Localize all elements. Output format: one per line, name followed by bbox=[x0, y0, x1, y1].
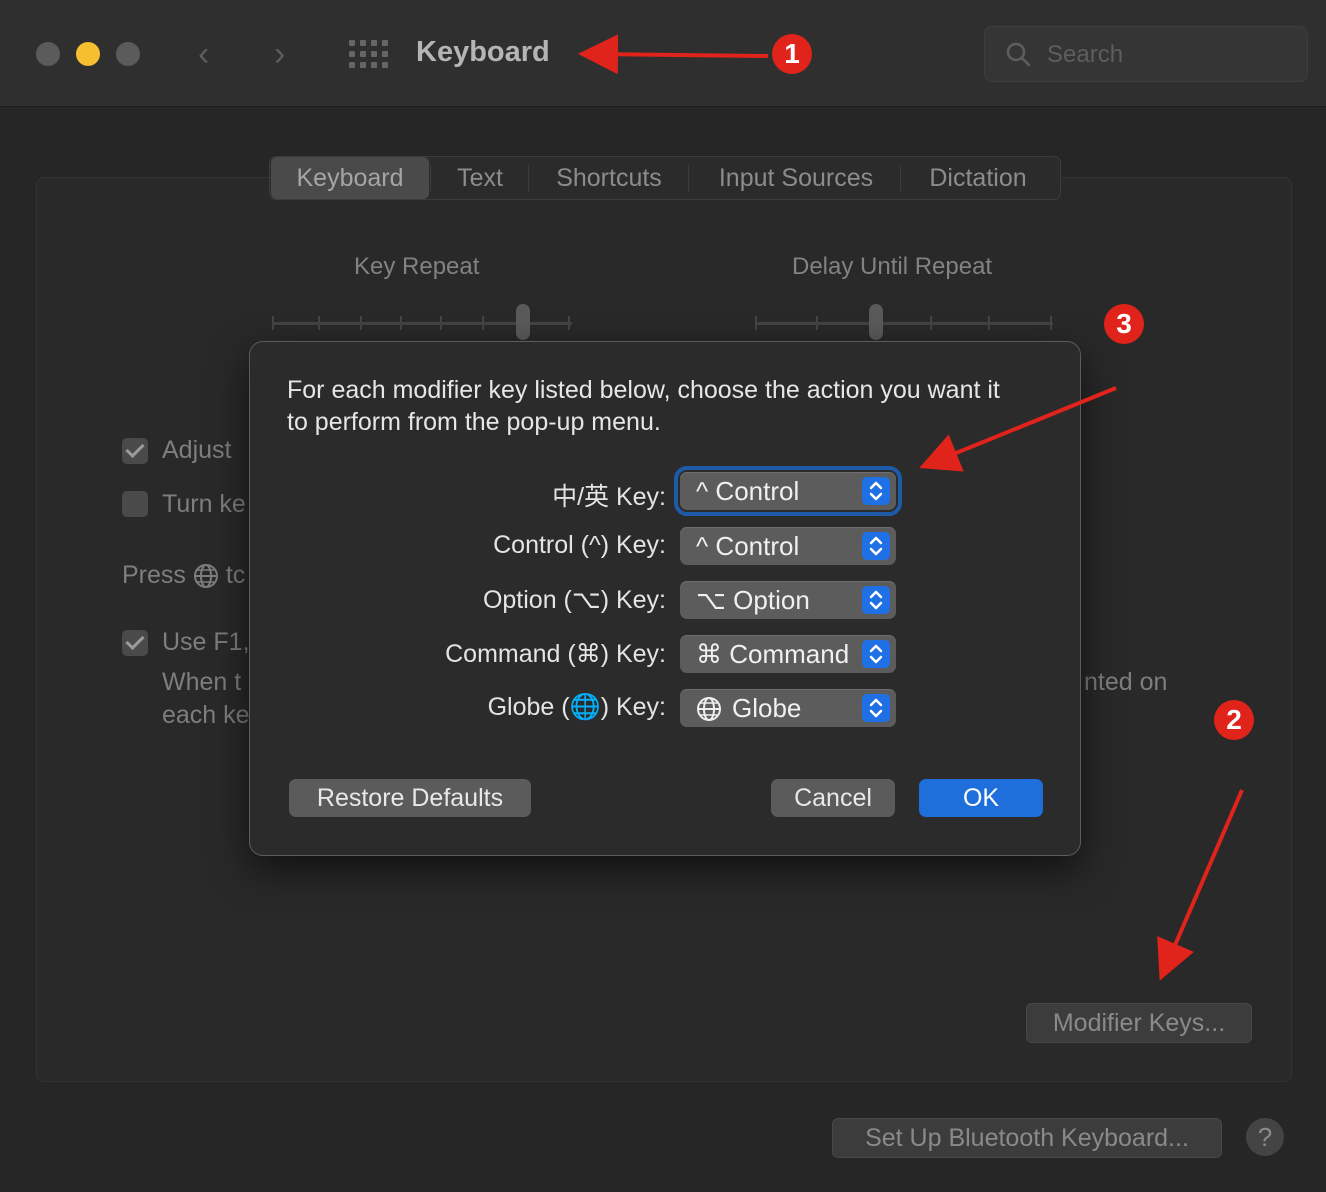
annotation-badge-1: 1 bbox=[772, 34, 812, 74]
annotation-arrow-1 bbox=[578, 34, 769, 75]
annotation-arrow-2 bbox=[1157, 789, 1244, 981]
annotation-badge-2: 2 bbox=[1214, 700, 1254, 740]
annotation-badge-3: 3 bbox=[1104, 304, 1144, 344]
annotation-arrow-3 bbox=[919, 386, 1117, 472]
annotation-arrows bbox=[578, 34, 1244, 981]
